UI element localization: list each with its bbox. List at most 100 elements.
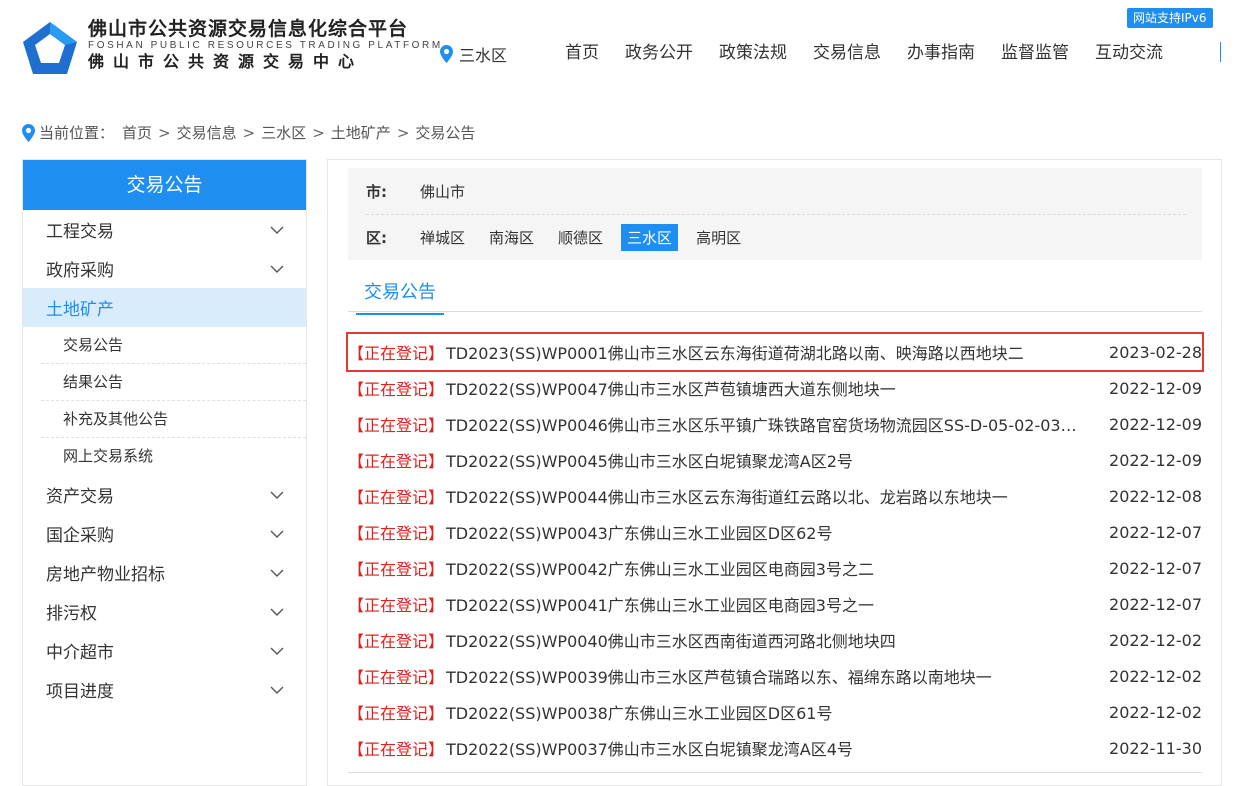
announcement-title-link[interactable]: TD2022(SS)WP0043广东佛山三水工业园区D区62号 — [446, 520, 1082, 544]
nav-gov-affairs[interactable]: 政务公开 — [612, 40, 706, 66]
nav-divider — [1220, 42, 1221, 62]
breadcrumb-land[interactable]: 土地矿产 — [331, 122, 391, 143]
sidebar-item-label: 排污权 — [46, 604, 97, 624]
announcement-date: 2022-12-02 — [1109, 666, 1202, 686]
breadcrumb-district[interactable]: 三水区 — [261, 122, 306, 143]
announcement-date: 2022-12-02 — [1109, 702, 1202, 722]
announcement-date: 2022-12-09 — [1109, 414, 1202, 434]
sidebar-item-project-progress[interactable]: 项目进度 — [23, 670, 306, 709]
sidebar-item-agency-market[interactable]: 中介超市 — [23, 631, 306, 670]
table-row[interactable]: 【正在登记】 TD2022(SS)WP0046佛山市三水区乐平镇广珠铁路官窑货场物… — [348, 406, 1202, 442]
site-header: 佛山市公共资源交易信息化综合平台 FOSHAN PUBLIC RESOURCES… — [0, 0, 1237, 108]
sidebar-item-emission-rights[interactable]: 排污权 — [23, 592, 306, 631]
announcement-title-link[interactable]: TD2022(SS)WP0040佛山市三水区西南街道西河路北侧地块四 — [446, 628, 1082, 652]
sidebar-item-label: 国企采购 — [46, 526, 114, 546]
sidebar-item-assets[interactable]: 资产交易 — [23, 475, 306, 514]
breadcrumb-separator: > — [312, 123, 325, 142]
list-divider — [348, 772, 1202, 773]
announcement-title-link[interactable]: TD2022(SS)WP0038广东佛山三水工业园区D区61号 — [446, 700, 1082, 724]
breadcrumb-trade-info[interactable]: 交易信息 — [177, 122, 237, 143]
city-label: 市: — [366, 183, 387, 201]
status-badge: 【正在登记】 — [348, 596, 445, 615]
sidebar-item-label: 工程交易 — [46, 222, 114, 242]
map-pin-icon — [22, 123, 35, 142]
announcement-list: 【正在登记】 TD2023(SS)WP0001佛山市三水区云东海街道荷湖北路以南、… — [346, 332, 1204, 766]
status-badge: 【正在登记】 — [348, 632, 445, 651]
nav-interaction[interactable]: 互动交流 — [1082, 40, 1176, 66]
chevron-down-icon — [270, 530, 284, 538]
region-filter: 市: 佛山市 区: 禅城区 南海区 顺德区 三水区 高明区 — [348, 168, 1202, 260]
announcement-title-link[interactable]: TD2022(SS)WP0037佛山市三水区白坭镇聚龙湾A区4号 — [446, 736, 1082, 760]
logo-title-cn: 佛山市公共资源交易信息化综合平台 — [88, 18, 409, 40]
status-badge: 【正在登记】 — [348, 740, 445, 759]
breadcrumb-current[interactable]: 交易公告 — [415, 122, 475, 143]
sidebar-item-engineering[interactable]: 工程交易 — [23, 210, 306, 249]
district-option-nanhai[interactable]: 南海区 — [483, 224, 540, 251]
district-option-chancheng[interactable]: 禅城区 — [414, 224, 471, 251]
chevron-down-icon — [270, 608, 284, 616]
sidebar-item-gov-procurement[interactable]: 政府采购 — [23, 249, 306, 288]
district-option-gaoming[interactable]: 高明区 — [690, 224, 747, 251]
district-filter-row: 区: 禅城区 南海区 顺德区 三水区 高明区 — [366, 224, 759, 251]
sidebar-item-label: 房地产物业招标 — [46, 565, 165, 585]
announcement-date: 2022-12-07 — [1109, 558, 1202, 578]
announcement-title-link[interactable]: TD2023(SS)WP0001佛山市三水区云东海街道荷湖北路以南、映海路以西地… — [446, 340, 1082, 364]
table-row[interactable]: 【正在登记】 TD2022(SS)WP0044佛山市三水区云东海街道红云路以北、龙… — [348, 478, 1202, 514]
sidebar-subitem-results[interactable]: 结果公告 — [41, 364, 306, 401]
announcement-date: 2022-12-02 — [1109, 630, 1202, 650]
table-row[interactable]: 【正在登记】 TD2022(SS)WP0041广东佛山三水工业园区电商园3号之一 2… — [348, 586, 1202, 622]
table-row[interactable]: 【正在登记】 TD2022(SS)WP0038广东佛山三水工业园区D区61号 202… — [348, 694, 1202, 730]
table-row[interactable]: 【正在登记】 TD2022(SS)WP0037佛山市三水区白坭镇聚龙湾A区4号 20… — [348, 730, 1202, 766]
announcement-date: 2022-12-09 — [1109, 378, 1202, 398]
status-badge: 【正在登记】 — [348, 416, 445, 435]
nav-trade-info[interactable]: 交易信息 — [800, 40, 894, 66]
announcement-title-link[interactable]: TD2022(SS)WP0046佛山市三水区乐平镇广珠铁路官窑货场物流园区SS-… — [446, 412, 1082, 436]
sidebar-item-label: 中介超市 — [46, 643, 114, 663]
announcement-title-link[interactable]: TD2022(SS)WP0041广东佛山三水工业园区电商园3号之一 — [446, 592, 1082, 616]
table-row[interactable]: 【正在登记】 TD2022(SS)WP0039佛山市三水区芦苞镇合瑞路以东、福绵东… — [348, 658, 1202, 694]
breadcrumb: 当前位置： 首页 > 交易信息 > 三水区 > 土地矿产 > 交易公告 — [22, 122, 475, 143]
announcement-date: 2022-11-30 — [1109, 738, 1202, 758]
breadcrumb-home[interactable]: 首页 — [122, 122, 152, 143]
sidebar-item-soe-procurement[interactable]: 国企采购 — [23, 514, 306, 553]
announcement-title-link[interactable]: TD2022(SS)WP0042广东佛山三水工业园区电商园3号之二 — [446, 556, 1082, 580]
sidebar-item-label: 政府采购 — [46, 261, 114, 281]
chevron-down-icon — [270, 647, 284, 655]
announcement-title-link[interactable]: TD2022(SS)WP0045佛山市三水区白坭镇聚龙湾A区2号 — [446, 448, 1082, 472]
table-row[interactable]: 【正在登记】 TD2022(SS)WP0042广东佛山三水工业园区电商园3号之二 2… — [348, 550, 1202, 586]
city-filter-row: 市: 佛山市 — [366, 178, 483, 205]
table-row[interactable]: 【正在登记】 TD2022(SS)WP0047佛山市三水区芦苞镇塘西大道东侧地块一… — [348, 370, 1202, 406]
logo-title-en: FOSHAN PUBLIC RESOURCES TRADING PLATFORM — [88, 40, 443, 51]
logo-icon[interactable] — [21, 20, 79, 76]
nav-policies[interactable]: 政策法规 — [706, 40, 800, 66]
sidebar-subitem-announcements[interactable]: 交易公告 — [41, 327, 306, 364]
status-badge: 【正在登记】 — [348, 344, 445, 363]
announcement-title-link[interactable]: TD2022(SS)WP0044佛山市三水区云东海街道红云路以北、龙岩路以东地块… — [446, 484, 1082, 508]
announcement-title-link[interactable]: TD2022(SS)WP0047佛山市三水区芦苞镇塘西大道东侧地块一 — [446, 376, 1082, 400]
location-selector[interactable]: 三水区 — [440, 42, 507, 66]
logo-subtitle-cn: 佛山市公共资源交易中心 — [88, 52, 364, 71]
breadcrumb-separator: > — [396, 123, 410, 142]
table-row[interactable]: 【正在登记】 TD2023(SS)WP0001佛山市三水区云东海街道荷湖北路以南、… — [346, 332, 1204, 372]
nav-home[interactable]: 首页 — [552, 40, 612, 66]
sidebar-item-label: 土地矿产 — [46, 300, 114, 320]
announcement-date: 2022-12-08 — [1109, 486, 1202, 506]
announcement-title-link[interactable]: TD2022(SS)WP0039佛山市三水区芦苞镇合瑞路以东、福绵东路以南地块一 — [446, 664, 1082, 688]
sidebar-item-property-tender[interactable]: 房地产物业招标 — [23, 553, 306, 592]
table-row[interactable]: 【正在登记】 TD2022(SS)WP0040佛山市三水区西南街道西河路北侧地块四… — [348, 622, 1202, 658]
table-row[interactable]: 【正在登记】 TD2022(SS)WP0045佛山市三水区白坭镇聚龙湾A区2号 20… — [348, 442, 1202, 478]
nav-supervision[interactable]: 监督监管 — [988, 40, 1082, 66]
nav-guide[interactable]: 办事指南 — [894, 40, 988, 66]
tab-announcements[interactable]: 交易公告 — [356, 278, 444, 315]
district-option-shunde[interactable]: 顺德区 — [552, 224, 609, 251]
sidebar-subitem-supplementary[interactable]: 补充及其他公告 — [41, 401, 306, 438]
city-option[interactable]: 佛山市 — [414, 178, 471, 205]
main-nav: 首页 政务公开 政策法规 交易信息 办事指南 监督监管 互动交流 — [552, 40, 1176, 66]
district-option-sanshui[interactable]: 三水区 — [621, 224, 679, 251]
sidebar-subitem-online-system[interactable]: 网上交易系统 — [41, 438, 306, 475]
logo-text: 佛山市公共资源交易信息化综合平台 FOSHAN PUBLIC RESOURCES… — [88, 18, 443, 72]
breadcrumb-separator: > — [158, 123, 171, 142]
status-badge: 【正在登记】 — [348, 488, 445, 507]
sidebar-item-land-minerals[interactable]: 土地矿产 — [23, 288, 306, 327]
table-row[interactable]: 【正在登记】 TD2022(SS)WP0043广东佛山三水工业园区D区62号 202… — [348, 514, 1202, 550]
